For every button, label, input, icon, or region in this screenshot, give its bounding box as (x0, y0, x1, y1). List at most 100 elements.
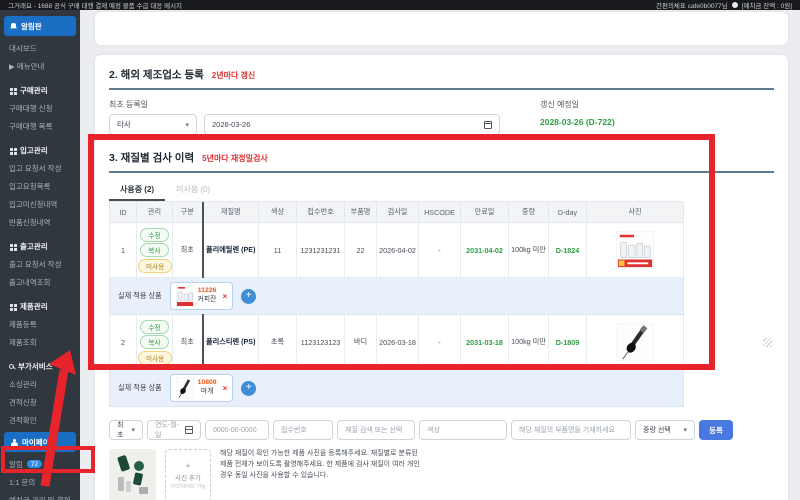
sidebar-item[interactable]: 구매대행 신청 (0, 99, 80, 117)
sidebar-item-label: 입고 요청서 작성 (9, 163, 61, 174)
sidebar-item[interactable]: 제품등록 (0, 315, 80, 333)
product-photo-bottles[interactable] (616, 231, 654, 269)
company-select[interactable]: 타사 ▾ (109, 114, 197, 135)
remove-icon[interactable]: × (223, 384, 228, 393)
sidebar-item[interactable]: 구매관리 (0, 81, 80, 99)
test-date-input[interactable]: 연도-월-일 (147, 420, 201, 440)
product-name: 커피잔 (198, 296, 217, 305)
top-title-text: 그거래요 - 1688 공식 구매 대행 결제 예정 물품 수급 대응 메시지 (8, 0, 182, 10)
material-search-input[interactable] (337, 420, 415, 440)
sidebar-item[interactable]: 출고관리 (0, 237, 80, 255)
sidebar-item[interactable]: 구매대행 목록 (0, 117, 80, 135)
sidebar-item-label: 알림판 (21, 21, 42, 32)
sidebar-item-label: 제품등록 (9, 319, 37, 330)
sidebar-item-label: ▶ 메뉴안내 (9, 61, 44, 72)
sidebar-item-label: 입고관리 (20, 145, 48, 156)
avatar[interactable] (732, 2, 738, 8)
main-content: 2. 해외 제조업소 등록 2년마다 갱신 최초 등록일 타사 ▾ 2026-0… (80, 10, 800, 500)
remove-icon[interactable]: × (222, 292, 227, 301)
sidebar-item[interactable]: 알림 72 (0, 455, 80, 473)
deposit-balance-text: [예치금 잔액 : 0원] (742, 0, 792, 10)
sidebar-item[interactable]: 출고내역조회 (0, 273, 80, 291)
product-photo-pump[interactable] (616, 323, 654, 361)
sidebar-item-label: 출고 요청서 작성 (9, 259, 61, 270)
sidebar-item[interactable]: 입고관리 (0, 141, 80, 159)
weight-select[interactable]: 중량 선택 ▾ (635, 420, 695, 440)
unused-button[interactable]: 미사용 (138, 259, 172, 273)
sidebar-item[interactable]: 알림판 (4, 16, 76, 36)
edit-button[interactable]: 수정 (140, 228, 168, 242)
sidebar-item-label: 견적확인 (9, 415, 37, 426)
sidebar-item-label: 1:1 문의 (9, 477, 35, 488)
unused-button[interactable]: 미사용 (138, 351, 172, 365)
first-registration-date-input[interactable]: 2026-03-26 (204, 114, 500, 135)
sidebar-item[interactable]: 입고미신청내역 (0, 195, 80, 213)
product-code: 11226 (198, 287, 217, 296)
color-input[interactable] (419, 420, 507, 440)
sidebar-item-icon (10, 244, 13, 247)
calendar-icon[interactable] (185, 426, 193, 434)
sidebar-item-icon (10, 23, 17, 30)
applied-product-chip[interactable]: 11226 커피잔 × (170, 282, 233, 310)
example-photo (109, 449, 156, 500)
edit-button[interactable]: 수정 (140, 320, 168, 334)
sidebar-item-icon (10, 304, 13, 307)
section2-title: 2. 해외 제조업소 등록 (109, 67, 204, 82)
notification-count-badge: 72 (27, 460, 42, 468)
receipt-no-input[interactable] (273, 420, 333, 440)
top-title-bar: 그거래요 - 1688 공식 구매 대행 결제 예정 물품 수급 대응 메시지 … (0, 0, 800, 10)
sidebar-item[interactable]: 제품조회 (0, 333, 80, 351)
applied-products-row: 실제 적용 상품 (110, 278, 684, 315)
new-inspection-form: 최초 ▾ 연도-월-일 중량 선택 ▾ (109, 420, 774, 440)
applied-products-row: 실제 적용 상품 (110, 370, 684, 407)
copy-button[interactable]: 복사 (140, 335, 168, 349)
section2-header: 2. 해외 제조업소 등록 2년마다 갱신 (109, 67, 774, 90)
chevron-down-icon: ▾ (131, 426, 135, 434)
number-input[interactable] (205, 420, 269, 440)
user-name-text[interactable]: 간편의체표 cafe0b0077님 (656, 0, 728, 10)
add-product-button[interactable]: + (241, 381, 256, 396)
sidebar-item-label: 대시보드 (9, 43, 37, 54)
sidebar-item-label: 부가서비스 (18, 361, 53, 372)
sidebar-item-icon (10, 88, 13, 91)
register-button[interactable]: 등록 (699, 420, 733, 440)
tab-unused[interactable]: 미사용 (0) (165, 179, 221, 201)
sidebar-item-label: 출고내역조회 (9, 277, 50, 288)
sidebar-item-label: 제품관리 (20, 301, 48, 312)
add-product-button[interactable]: + (241, 289, 256, 304)
sidebar-item-label: 제품조회 (9, 337, 37, 348)
sidebar-item[interactable]: 출고 요청서 작성 (0, 255, 80, 273)
table-row: 1 수정 복사 미사용 최초 폴리에틸렌 (PE) 11 1231231231 … (110, 223, 684, 278)
sidebar-item-label: 구매대행 신청 (9, 103, 52, 114)
sidebar-item[interactable]: 예치금 관리 및 결제 (0, 491, 80, 500)
sidebar-item[interactable]: ▶ 메뉴안내 (0, 57, 80, 75)
sidebar-item[interactable]: 마이페이지 (4, 432, 76, 452)
first-registration-group: 최초 등록일 타사 ▾ 2026-03-26 (109, 99, 500, 135)
sidebar-item[interactable]: 부가서비스 (0, 357, 80, 375)
first-registration-label: 최초 등록일 (109, 99, 500, 110)
sidebar-item-label: 구매관리 (20, 85, 48, 96)
type-select[interactable]: 최초 ▾ (109, 420, 143, 440)
sidebar-item[interactable]: 1:1 문의 (0, 473, 80, 491)
tab-in-use[interactable]: 사용중 (2) (109, 179, 165, 201)
sidebar-item[interactable]: 반품신청내역 (0, 213, 80, 231)
add-photo-button[interactable]: + 사진 추가 이미지/PDF 가능 (165, 449, 211, 500)
photo-guide: 예시 사진 + 사진 추가 이미지/PDF 가능 해당 재질이 확인 가능한 제… (109, 449, 774, 500)
applied-product-chip[interactable]: 10809 마개 × (170, 374, 234, 402)
resize-grip[interactable] (763, 338, 772, 347)
sidebar-item[interactable]: 제품관리 (0, 297, 80, 315)
section2-note: 2년마다 갱신 (212, 70, 255, 81)
section3-note: 5년마다 재정밀검사 (202, 153, 268, 164)
table-header-row: ID 관리 구분 재질명 색상 접수번호 부품명 검사일 HSCODE 만료일 … (110, 202, 684, 223)
sidebar-item[interactable]: 견적신청 (0, 393, 80, 411)
copy-button[interactable]: 복사 (140, 243, 168, 257)
sidebar-item[interactable]: 소싱관리 (0, 375, 80, 393)
sidebar-item[interactable]: 입고 요청서 작성 (0, 159, 80, 177)
sidebar-item[interactable]: 입고요청목록 (0, 177, 80, 195)
part-name-input[interactable] (511, 420, 631, 440)
product-thumb-pump (176, 377, 194, 399)
page: 그거래요 - 1688 공식 구매 대행 결제 예정 물품 수급 대응 메시지 … (0, 0, 800, 500)
calendar-icon[interactable] (484, 121, 492, 129)
sidebar-item[interactable]: 견적확인 (0, 411, 80, 429)
sidebar-item[interactable]: 대시보드 (0, 39, 80, 57)
